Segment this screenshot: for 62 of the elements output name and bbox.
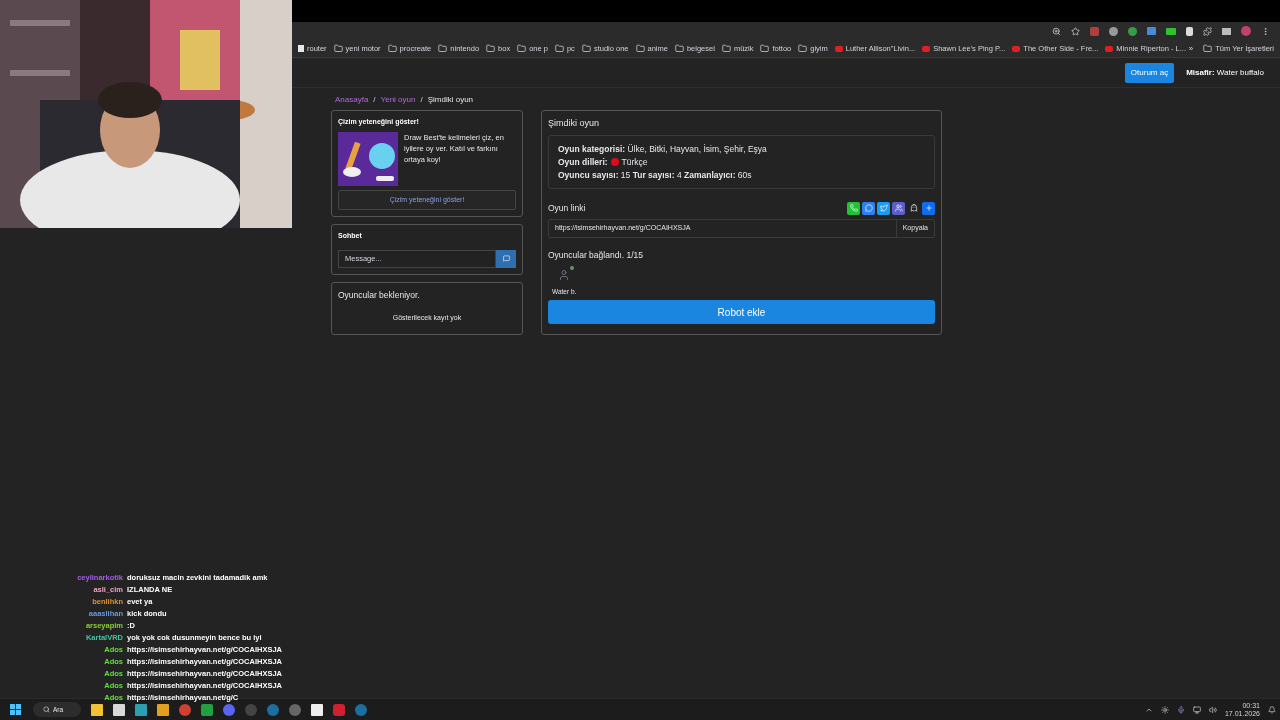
folder-icon — [581, 44, 591, 53]
login-button[interactable]: Oturum aç — [1124, 62, 1175, 83]
game-info-line: Oyun kategorisi: Ülke, Bitki, Hayvan, İsim, Şehir, Eşya — [558, 142, 768, 155]
breadcrumb-separator: / — [373, 94, 376, 106]
waiting-title: Oyuncular bekleniyor. — [338, 288, 421, 302]
bell-icon[interactable] — [1268, 705, 1276, 714]
folder-icon — [760, 44, 770, 53]
send-button[interactable] — [496, 249, 516, 268]
ghost-icon[interactable] — [907, 201, 920, 215]
browser-icon[interactable] — [179, 703, 191, 716]
folder-icon — [635, 44, 645, 53]
folder-icon — [438, 44, 448, 53]
phone-icon[interactable] — [847, 201, 860, 215]
app-icon[interactable] — [311, 703, 323, 716]
players-count: Oyuncular bağlandı. 1/15 — [548, 248, 644, 262]
folder-icon — [486, 44, 496, 53]
game-title: Şimdiki oyun — [548, 117, 601, 130]
monitor-icon[interactable] — [1192, 705, 1201, 714]
folder-icon — [387, 44, 397, 53]
menu-icon[interactable] — [1261, 26, 1270, 36]
media-icon[interactable] — [1222, 27, 1231, 35]
add-robot-button[interactable]: Robot ekle — [548, 300, 935, 324]
play-icon — [1105, 45, 1114, 52]
folder-icon — [674, 44, 684, 53]
play-icon — [922, 45, 931, 52]
play-icon — [834, 45, 843, 52]
chat-bubble-icon[interactable] — [862, 201, 875, 215]
speaker-icon[interactable] — [1208, 705, 1217, 714]
folder-icon — [333, 44, 343, 53]
bird-icon[interactable] — [877, 201, 890, 215]
start-icon[interactable] — [10, 704, 21, 715]
folder-icon[interactable] — [91, 703, 103, 716]
app-icon[interactable] — [157, 703, 169, 716]
folder-icon — [798, 44, 808, 53]
game-info-label: Oyun dilleri: — [558, 155, 608, 168]
zoom-icon[interactable] — [1052, 26, 1061, 36]
chat-bubble-icon — [502, 255, 510, 262]
folder-icon — [721, 44, 731, 53]
puzzle-icon[interactable] — [1203, 26, 1212, 36]
profile-icon[interactable] — [1241, 26, 1251, 36]
folder-icon — [554, 44, 564, 53]
app-icon[interactable] — [113, 703, 125, 716]
breadcrumb-link[interactable]: Anasayfa — [335, 94, 369, 106]
play-icon — [1012, 45, 1021, 52]
flag-icon — [610, 157, 619, 166]
guest-name: Misafir: Water buffalo — [1186, 66, 1264, 79]
player-avatar-icon — [558, 269, 571, 282]
game-info-line: Oyuncu sayısı: 15 Tur sayısı: 4 Zamanlayıcı: 60s — [558, 168, 753, 181]
more-bookmarks-button[interactable]: » — [1188, 42, 1194, 55]
game-info-value: Türkçe — [621, 155, 648, 168]
link-label: Oyun linki — [548, 201, 586, 215]
breadcrumb-link[interactable]: Yeni oyun — [380, 94, 416, 106]
folder-icon — [517, 44, 527, 53]
folder-icon — [1203, 44, 1213, 53]
microphone-icon[interactable] — [1176, 705, 1185, 714]
people-icon[interactable] — [892, 201, 905, 215]
breadcrumb-separator: / — [420, 94, 423, 106]
site-icon — [298, 45, 304, 52]
plus-icon[interactable] — [922, 201, 935, 215]
star-icon[interactable] — [1071, 26, 1080, 36]
search-icon — [43, 706, 50, 713]
sun-icon[interactable] — [1160, 705, 1169, 714]
